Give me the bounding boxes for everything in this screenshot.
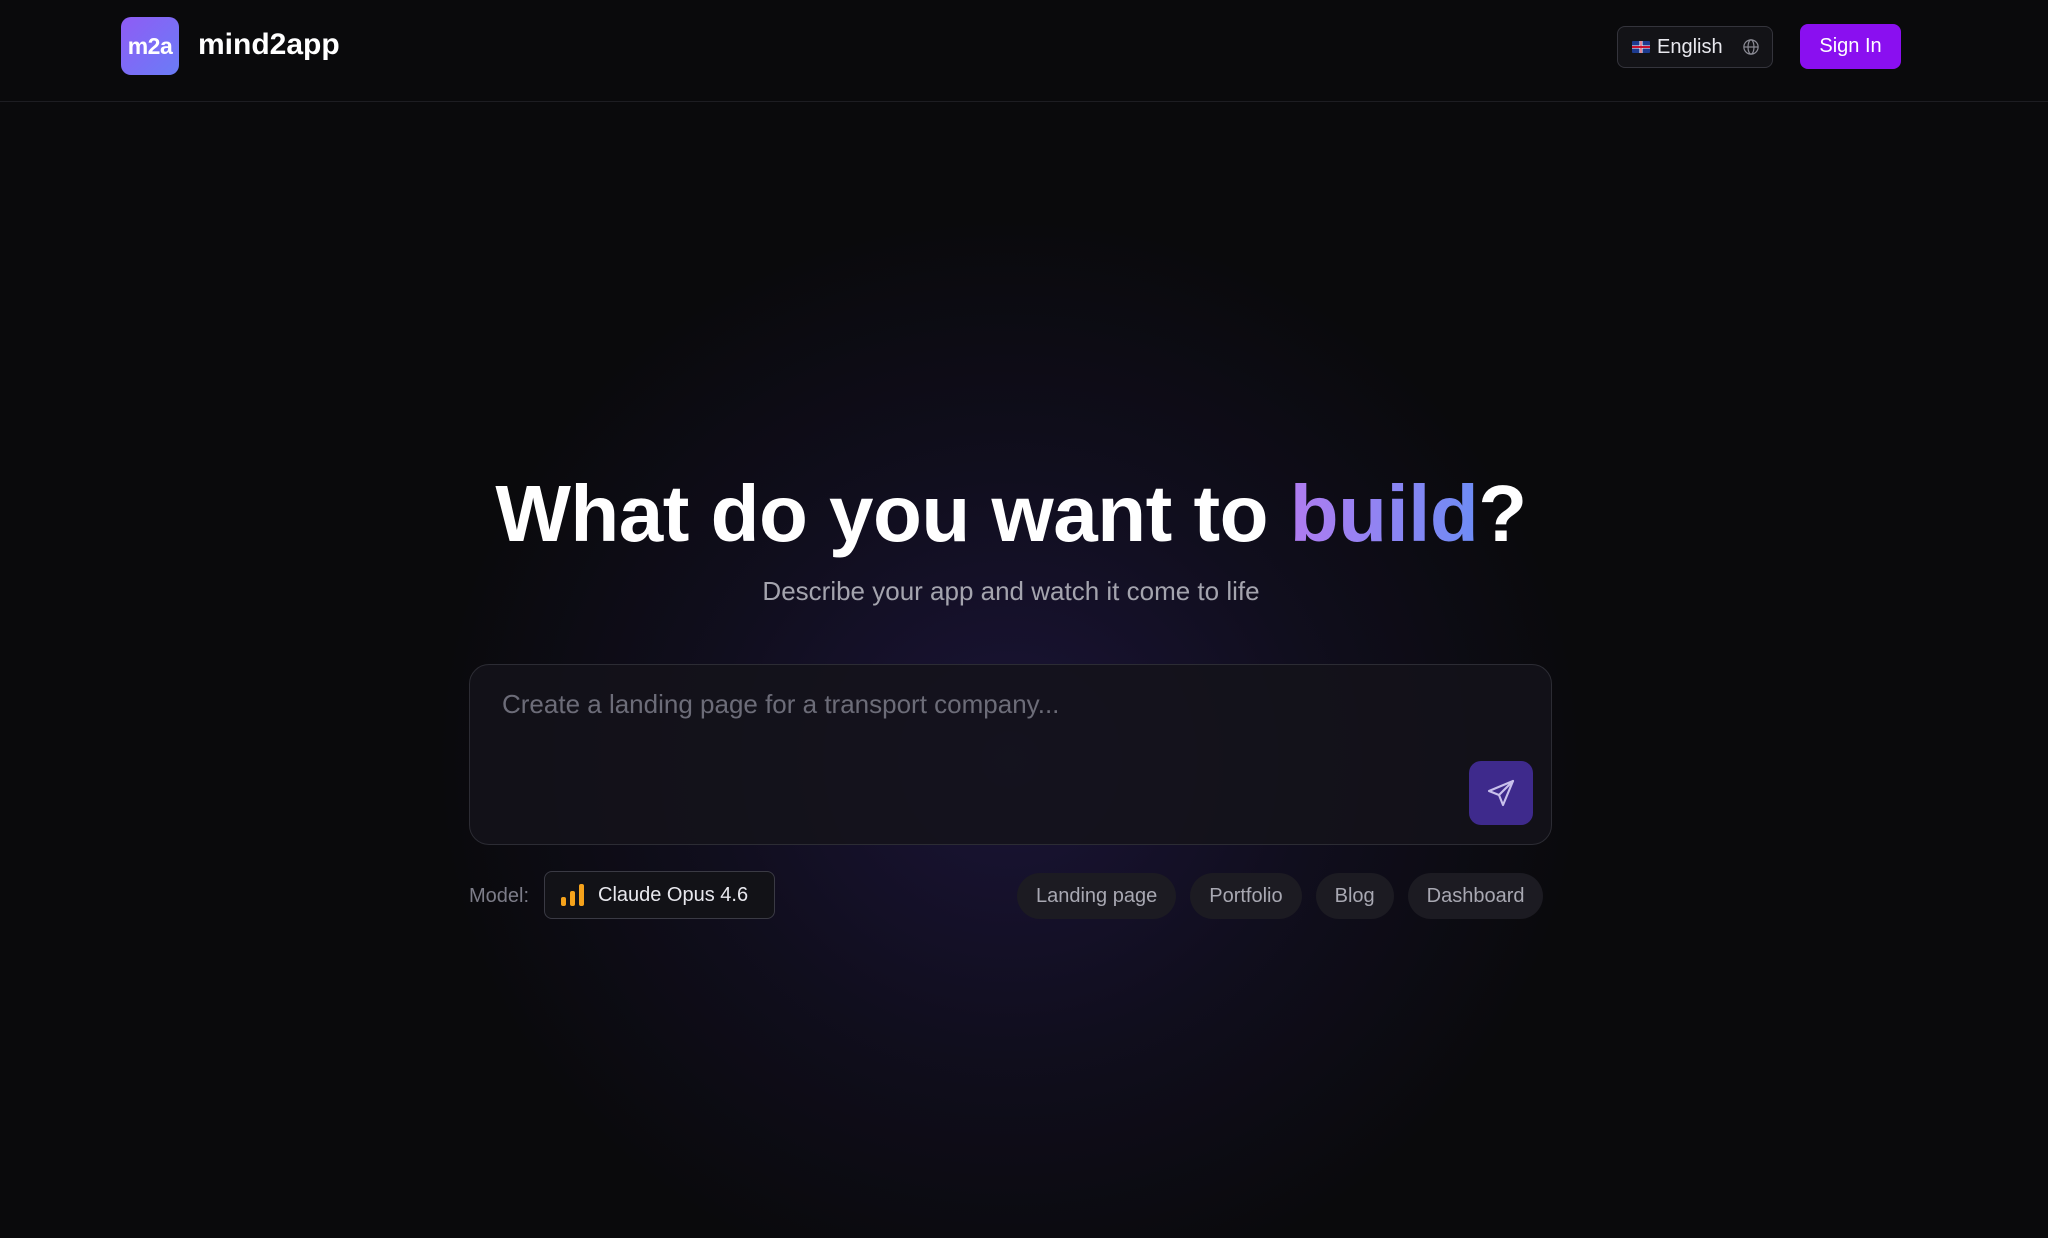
uk-flag-icon	[1632, 41, 1650, 53]
chip-portfolio[interactable]: Portfolio	[1190, 873, 1302, 919]
language-selector[interactable]: English	[1617, 26, 1773, 68]
hero-headline: What do you want to build?	[0, 468, 2022, 560]
globe-icon	[1743, 39, 1759, 55]
prompt-input[interactable]	[502, 689, 1402, 720]
top-nav: m2a mind2app English Sign In	[0, 0, 2048, 102]
hero-subtitle: Describe your app and watch it come to l…	[762, 576, 1260, 606]
model-selector[interactable]: Claude Opus 4.6	[544, 871, 775, 919]
brand-name[interactable]: mind2app	[198, 28, 340, 62]
send-icon	[1487, 779, 1515, 807]
signal-bars-icon	[561, 884, 584, 906]
suggestion-chips: Landing page Portfolio Blog Dashboard	[1017, 873, 1544, 919]
language-label: English	[1657, 35, 1723, 58]
chip-dashboard[interactable]: Dashboard	[1407, 873, 1544, 919]
prompt-box	[469, 664, 1552, 845]
send-button[interactable]	[1469, 761, 1533, 825]
model-label: Model:	[469, 885, 530, 907]
app-logo[interactable]: m2a	[121, 17, 179, 75]
logo-text: m2a	[127, 32, 173, 59]
chip-landing-page[interactable]: Landing page	[1017, 873, 1177, 919]
headline-accent: build	[1289, 469, 1479, 558]
sign-in-button[interactable]: Sign In	[1800, 24, 1901, 69]
model-name: Claude Opus 4.6	[598, 883, 749, 906]
headline-suffix: ?	[1478, 469, 1527, 558]
headline-prefix: What do you want to	[495, 469, 1290, 558]
chip-blog[interactable]: Blog	[1315, 873, 1394, 919]
page: m2a mind2app English Sign In What do you…	[0, 0, 2048, 1238]
